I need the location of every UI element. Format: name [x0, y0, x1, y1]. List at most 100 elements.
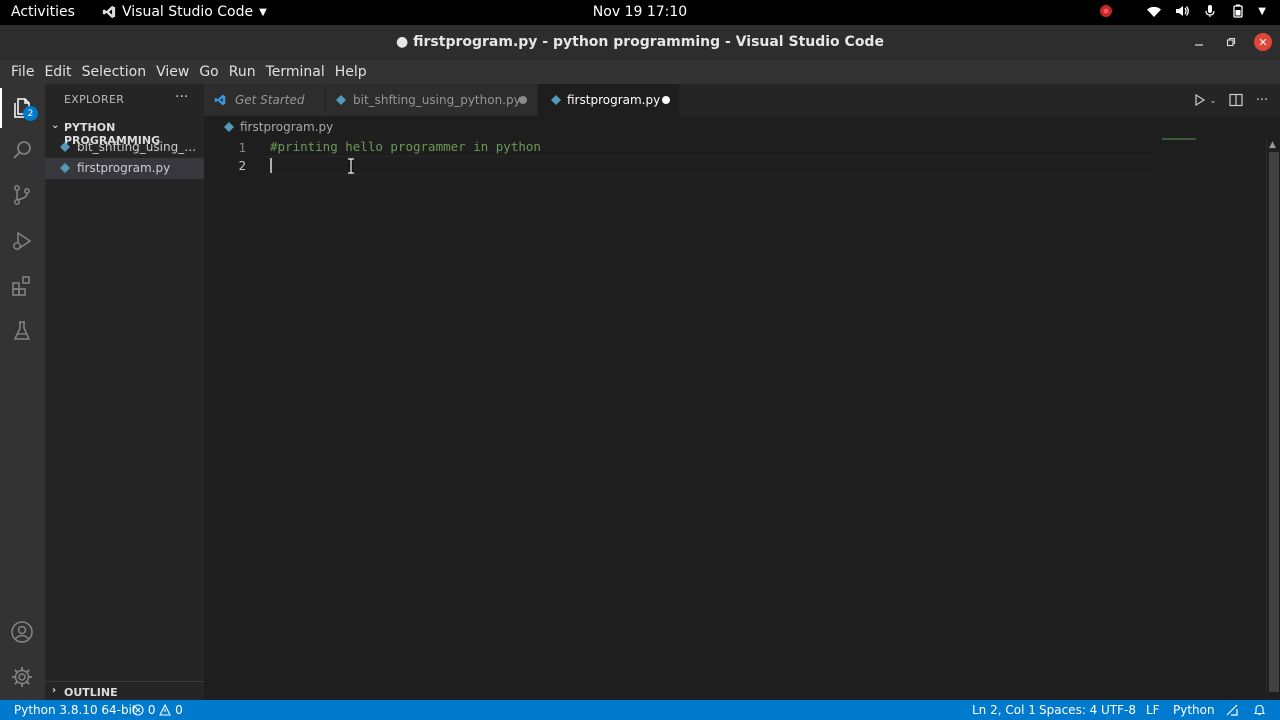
code-line: 1 #printing hello programmer in python	[204, 138, 1266, 157]
tab-bit-shfting[interactable]: bit_shfting_using_python.py	[326, 84, 538, 116]
file-item-bit-shfting[interactable]: bit_shfting_using_python.py	[45, 137, 204, 158]
close-window-button[interactable]: ✕	[1254, 33, 1272, 51]
run-debug-icon	[13, 231, 32, 251]
recording-indicator-icon	[1100, 5, 1113, 17]
explorer-header: EXPLORER	[64, 93, 125, 106]
window-title: ● firstprogram.py - python programming -…	[396, 34, 884, 50]
clock[interactable]: Nov 19 17:10	[593, 4, 687, 20]
minimize-button[interactable]	[1190, 33, 1208, 51]
minimize-icon	[1195, 44, 1203, 46]
code-line-current: 2	[204, 156, 1266, 175]
menu-edit[interactable]: Edit	[39, 64, 76, 80]
menu-file[interactable]: File	[6, 64, 39, 80]
split-editor-button[interactable]	[1228, 92, 1244, 108]
text-cursor	[270, 158, 272, 173]
menu-run[interactable]: Run	[224, 64, 261, 80]
cursor-position[interactable]: Ln 2, Col 1	[972, 703, 1036, 717]
explorer-more-actions-button[interactable]: ···	[175, 89, 188, 105]
vscode-logo-icon	[214, 94, 226, 106]
breadcrumb[interactable]: firstprogram.py	[204, 116, 1280, 138]
menu-help[interactable]: Help	[330, 64, 372, 80]
system-tray[interactable]: ▼	[1098, 3, 1266, 19]
tab-label: bit_shfting_using_python.py	[353, 93, 521, 107]
extensions-icon	[12, 276, 30, 296]
outline-section-header[interactable]: › OUTLINE	[45, 681, 204, 700]
app-menu[interactable]: Visual Studio Code ▼	[102, 4, 267, 20]
manage-button[interactable]	[10, 665, 34, 689]
feedback-button[interactable]	[1225, 703, 1239, 718]
unsaved-dot-icon[interactable]	[519, 96, 527, 104]
split-editor-icon	[1229, 93, 1243, 107]
more-actions-icon[interactable]: ···	[1254, 92, 1270, 108]
accounts-button[interactable]	[10, 620, 34, 644]
menu-bar: File Edit Selection View Go Run Terminal…	[0, 60, 1280, 84]
editor-tabs: Get Started bit_shfting_using_python.py …	[204, 84, 1280, 116]
ibeam-cursor-icon	[348, 158, 354, 174]
file-item-firstprogram[interactable]: firstprogram.py	[45, 158, 204, 179]
code-editor[interactable]: 1 #printing hello programmer in python 2	[204, 138, 1266, 700]
editor-actions: ⌄ ···	[1192, 92, 1270, 108]
encoding-selector[interactable]: UTF-8	[1101, 703, 1136, 717]
battery-icon	[1233, 4, 1243, 18]
editor-scrollbar[interactable]: ▲	[1266, 138, 1280, 700]
indentation-selector[interactable]: Spaces: 4	[1039, 703, 1097, 717]
eol-selector[interactable]: LF	[1146, 703, 1160, 717]
gnome-top-bar: Activities Visual Studio Code ▼ Nov 19 1…	[0, 0, 1280, 25]
run-debug-view-button[interactable]	[10, 229, 34, 253]
status-bar: Python 3.8.10 64-bit 0 0 Ln 2, Col 1 Spa…	[0, 700, 1280, 720]
breadcrumb-file[interactable]: firstprogram.py	[240, 120, 333, 134]
python-file-icon	[224, 122, 234, 132]
microphone-icon	[1205, 5, 1215, 17]
error-count: 0	[147, 703, 156, 717]
menu-go[interactable]: Go	[194, 64, 223, 80]
activities-button[interactable]: Activities	[11, 4, 75, 20]
error-icon	[132, 704, 144, 716]
search-icon	[13, 141, 31, 159]
python-interpreter-selector[interactable]: Python 3.8.10 64-bit	[14, 703, 137, 717]
app-menu-label: Visual Studio Code	[122, 4, 254, 20]
notifications-button[interactable]	[1253, 703, 1266, 717]
source-control-view-button[interactable]	[10, 183, 34, 207]
unsaved-dot-icon[interactable]	[662, 96, 670, 104]
bell-icon	[1253, 704, 1266, 716]
scrollbar-thumb[interactable]	[1269, 152, 1279, 692]
python-file-icon	[336, 95, 346, 105]
search-view-button[interactable]	[10, 138, 34, 162]
menu-selection[interactable]: Selection	[77, 64, 152, 80]
run-options-chevron-icon[interactable]: ⌄	[1208, 92, 1218, 108]
flask-icon	[13, 321, 31, 340]
testing-view-button[interactable]	[10, 319, 34, 343]
tab-label: Get Started	[235, 93, 305, 107]
code-text: #printing hello programmer in python	[270, 139, 541, 154]
explorer-badge: 2	[23, 106, 38, 121]
file-name: bit_shfting_using_python.py	[77, 140, 203, 154]
explorer-sidebar: EXPLORER ··· ⌄ PYTHON PROGRAMMING bit_sh…	[45, 84, 204, 700]
warning-icon	[159, 703, 172, 716]
vscode-logo-icon	[102, 5, 116, 19]
tab-firstprogram[interactable]: firstprogram.py	[538, 84, 680, 116]
restore-icon	[1226, 37, 1236, 47]
volume-icon	[1176, 6, 1190, 16]
minimap[interactable]	[1162, 138, 1196, 140]
language-mode-selector[interactable]: Python	[1173, 703, 1215, 717]
menu-terminal[interactable]: Terminal	[261, 64, 330, 80]
run-file-button[interactable]	[1192, 92, 1208, 108]
problems-indicator[interactable]: 0 0	[132, 703, 183, 717]
outline-label: OUTLINE	[64, 686, 118, 699]
line-number: 1	[238, 140, 246, 155]
source-control-icon	[14, 185, 30, 205]
scroll-up-arrow-icon[interactable]: ▲	[1269, 140, 1276, 150]
extensions-view-button[interactable]	[10, 274, 34, 298]
menu-view[interactable]: View	[151, 64, 194, 80]
folder-section-header[interactable]: ⌄ PYTHON PROGRAMMING	[45, 118, 204, 147]
line-number: 2	[238, 158, 246, 173]
chevron-right-icon: ›	[52, 685, 57, 696]
tab-label: firstprogram.py	[567, 93, 661, 107]
feedback-icon	[1226, 704, 1238, 716]
maximize-button[interactable]	[1222, 33, 1240, 51]
tab-get-started[interactable]: Get Started	[204, 84, 326, 116]
close-icon: ✕	[1258, 35, 1268, 49]
file-name: firstprogram.py	[77, 161, 171, 175]
gear-icon	[12, 667, 32, 687]
active-view-indicator	[0, 88, 2, 128]
